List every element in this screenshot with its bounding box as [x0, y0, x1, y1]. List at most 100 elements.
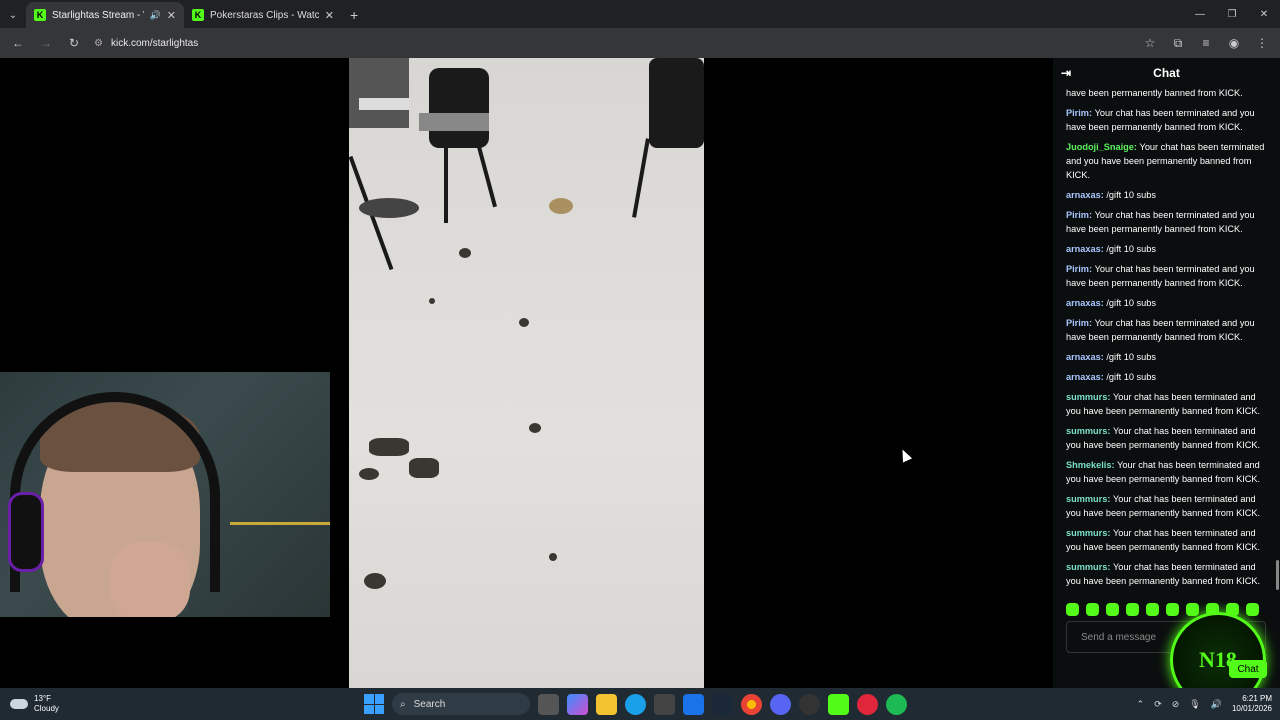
- emote-icon[interactable]: [1086, 603, 1099, 616]
- edge-icon[interactable]: [625, 693, 646, 715]
- opera-icon[interactable]: [857, 693, 878, 715]
- stream-video[interactable]: [349, 58, 704, 688]
- chat-message: summurs: Your chat has been terminated a…: [1066, 492, 1270, 520]
- bookmark-star-icon[interactable]: ☆: [1138, 31, 1162, 55]
- table-top-shape: [359, 98, 409, 110]
- chat-username[interactable]: arnaxas: [1066, 372, 1101, 382]
- chat-username[interactable]: arnaxas: [1066, 244, 1101, 254]
- chat-username[interactable]: summurs: [1066, 528, 1107, 538]
- debris-shape: [364, 573, 386, 589]
- message-text: Your chat has been terminated and you ha…: [1066, 264, 1255, 288]
- chat-message: arnaxas: /gift 10 subs: [1066, 296, 1270, 310]
- tab-search-button[interactable]: ⌄: [0, 2, 26, 28]
- chat-message: arnaxas: /gift 10 subs: [1066, 242, 1270, 256]
- chrome-icon[interactable]: [741, 693, 762, 715]
- kick-favicon-icon: K: [192, 9, 204, 21]
- chat-message: Pirim: Your chat has been terminated and…: [1066, 262, 1270, 290]
- chat-username[interactable]: summurs: [1066, 392, 1107, 402]
- tab-pokerstaras[interactable]: K Pokerstaras Clips - Watch Live ✕: [184, 2, 342, 28]
- chat-username[interactable]: Pirim: [1066, 108, 1089, 118]
- emote-icon[interactable]: [1106, 603, 1119, 616]
- task-view-icon[interactable]: [538, 693, 559, 715]
- emote-icon[interactable]: [1166, 603, 1179, 616]
- app-icon[interactable]: [799, 693, 820, 715]
- speaker-icon[interactable]: 🔊: [150, 10, 161, 21]
- file-explorer-icon[interactable]: [596, 693, 617, 715]
- debris-shape: [359, 468, 379, 480]
- tab-title: Pokerstaras Clips - Watch Live: [210, 9, 319, 21]
- start-icon[interactable]: [364, 694, 384, 714]
- windows-taskbar: 13°F Cloudy ⌕ Search ⌃ ⟳ ⊘ 🎙 🔊 6:21 PM 1…: [0, 688, 1280, 720]
- tab-starlightas[interactable]: K Starlightas Stream - Watch 🔊 ✕: [26, 2, 184, 28]
- chat-username[interactable]: arnaxas: [1066, 352, 1101, 362]
- chat-username[interactable]: Shmekelis: [1066, 460, 1111, 470]
- chat-message: Shmekelis: Your chat has been terminated…: [1066, 458, 1270, 486]
- chat-scrollbar[interactable]: [1276, 560, 1279, 590]
- copilot-icon[interactable]: [567, 693, 588, 715]
- media-control-icon[interactable]: ≡: [1194, 31, 1218, 55]
- clock-date: 10/01/2026: [1231, 704, 1272, 713]
- taskbar-search[interactable]: ⌕ Search: [392, 693, 530, 715]
- close-tab-icon[interactable]: ✕: [167, 9, 176, 22]
- kick-app-icon[interactable]: [828, 693, 849, 715]
- search-icon: ⌕: [400, 698, 406, 710]
- network-icon[interactable]: ⊘: [1172, 699, 1180, 710]
- kick-favicon-icon: K: [34, 9, 46, 21]
- chat-message-partial: have been permanently banned from KICK.: [1066, 86, 1270, 100]
- back-icon[interactable]: ←: [6, 31, 30, 55]
- chevron-up-icon[interactable]: ⌃: [1137, 699, 1145, 710]
- microphone-icon[interactable]: 🎙: [1189, 699, 1200, 710]
- weather-desc: Cloudy: [34, 704, 59, 713]
- url-text: kick.com/starlightas: [110, 37, 199, 49]
- system-tray: ⌃ ⟳ ⊘ 🎙 🔊 6:21 PM 10/01/2026: [1137, 688, 1272, 720]
- search-label: Search: [413, 698, 446, 710]
- chat-message: arnaxas: /gift 10 subs: [1066, 370, 1270, 384]
- chat-username[interactable]: Pirim: [1066, 318, 1089, 328]
- clock-time: 6:21 PM: [1242, 694, 1272, 703]
- chat-messages[interactable]: have been permanently banned from KICK. …: [1053, 86, 1280, 594]
- spotify-icon[interactable]: [886, 693, 907, 715]
- sync-icon[interactable]: ⟳: [1154, 699, 1162, 710]
- steam-icon[interactable]: [712, 693, 733, 715]
- restore-icon[interactable]: ❐: [1216, 0, 1248, 28]
- streamer-hand-shape: [110, 542, 190, 617]
- new-tab-button[interactable]: +: [342, 2, 366, 28]
- emote-icon[interactable]: [1066, 603, 1079, 616]
- discord-icon[interactable]: [770, 693, 791, 715]
- chat-message: Pirim: Your chat has been terminated and…: [1066, 208, 1270, 236]
- chat-username[interactable]: arnaxas: [1066, 298, 1101, 308]
- profile-icon[interactable]: ◉: [1222, 31, 1246, 55]
- collapse-chat-icon[interactable]: ⇥: [1061, 66, 1071, 80]
- store-icon[interactable]: [654, 693, 675, 715]
- railing-shape: [230, 522, 330, 602]
- browser-toolbar: ← → ↻ ⚙ kick.com/starlightas ☆ ⧉ ≡ ◉ ⋮: [0, 28, 1280, 58]
- chat-title: Chat: [1153, 66, 1180, 80]
- address-bar[interactable]: ⚙ kick.com/starlightas: [90, 31, 1134, 55]
- chat-send-button[interactable]: Chat: [1229, 660, 1267, 678]
- emote-icon[interactable]: [1126, 603, 1139, 616]
- emote-icon[interactable]: [1246, 603, 1259, 616]
- site-info-icon[interactable]: ⚙: [94, 38, 103, 49]
- chat-username[interactable]: arnaxas: [1066, 190, 1101, 200]
- clock[interactable]: 6:21 PM 10/01/2026: [1232, 694, 1272, 714]
- volume-icon[interactable]: 🔊: [1211, 699, 1222, 710]
- chat-username[interactable]: Pirim: [1066, 210, 1089, 220]
- chat-username[interactable]: summurs: [1066, 494, 1107, 504]
- weather-widget[interactable]: 13°F Cloudy: [0, 694, 200, 714]
- extensions-icon[interactable]: ⧉: [1166, 31, 1190, 55]
- chat-username[interactable]: summurs: [1066, 426, 1107, 436]
- emote-icon[interactable]: [1146, 603, 1159, 616]
- forward-icon[interactable]: →: [34, 31, 58, 55]
- chat-username[interactable]: Pirim: [1066, 264, 1089, 274]
- reload-icon[interactable]: ↻: [62, 31, 86, 55]
- close-tab-icon[interactable]: ✕: [325, 9, 334, 22]
- outlook-icon[interactable]: [683, 693, 704, 715]
- emote-icon[interactable]: [1186, 603, 1199, 616]
- chat-username[interactable]: Juodoji_Snaige: [1066, 142, 1134, 152]
- chair-shape: [649, 58, 704, 148]
- close-window-icon[interactable]: ✕: [1248, 0, 1280, 28]
- menu-icon[interactable]: ⋮: [1250, 31, 1274, 55]
- minimize-icon[interactable]: —: [1184, 0, 1216, 28]
- chat-username[interactable]: summurs: [1066, 562, 1107, 572]
- chat-header: ⇥ Chat: [1053, 58, 1280, 88]
